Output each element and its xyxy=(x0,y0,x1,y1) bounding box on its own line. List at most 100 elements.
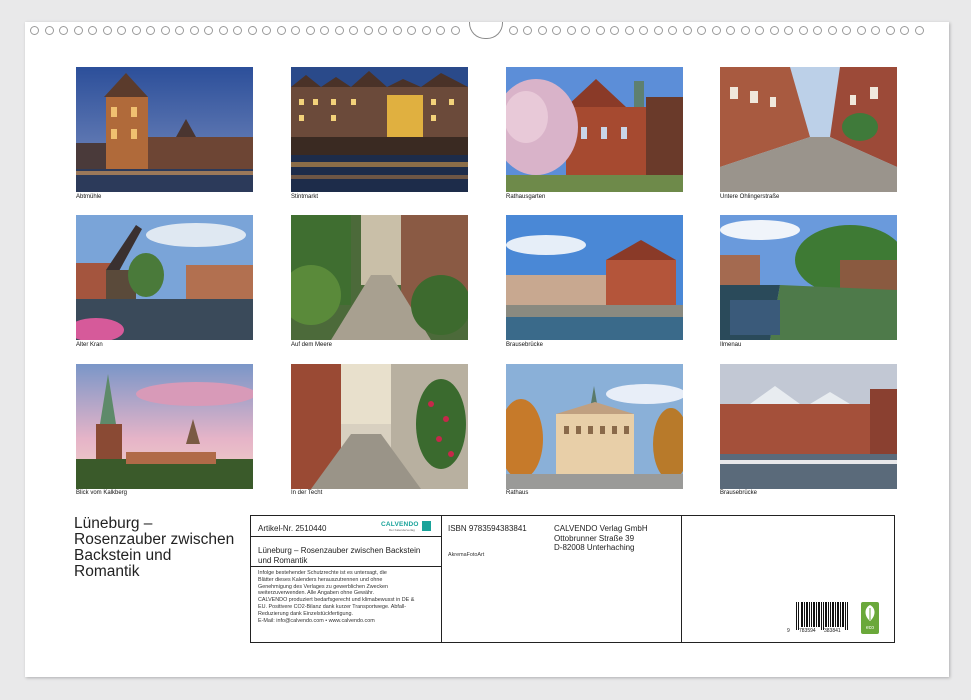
binding-ring xyxy=(146,26,155,35)
photo-caption: In der Techt xyxy=(291,490,323,496)
binding-ring xyxy=(900,26,909,35)
binding-ring xyxy=(305,26,315,35)
imprint-box: Artikel-Nr. 2510440 CALVENDO Der Kalende… xyxy=(250,515,895,643)
photo-caption: Blick vom Kalkberg xyxy=(76,490,128,496)
product-title: Lüneburg – Rosenzauber zwischen Backstei… xyxy=(258,546,420,565)
photo-ilmenau xyxy=(720,215,897,340)
binding-ring xyxy=(378,26,387,35)
binding-ring xyxy=(755,26,764,35)
legal-line: Genehmigung des Verlages zu gewerblichen… xyxy=(258,583,389,590)
binding-ring xyxy=(610,26,619,35)
binding-ring xyxy=(668,26,677,35)
column-divider xyxy=(441,516,442,642)
binding-ring xyxy=(247,26,257,35)
product-title-line: Lüneburg – Rosenzauber zwischen Backstei… xyxy=(258,546,421,555)
legal-line: EU. Positivere CO2-Bilanz dank kurzer Tr… xyxy=(258,603,407,610)
legal-notice: Infolge bestehender Schutzrechte ist es … xyxy=(258,570,414,624)
binding-ring xyxy=(131,26,141,35)
row-divider xyxy=(251,566,441,567)
binding-ring xyxy=(117,26,126,35)
photo-caption: Abtmühle xyxy=(76,194,102,200)
binding-ring xyxy=(218,26,228,35)
photo-blick-vom-kalkberg xyxy=(76,364,253,489)
binding-ring xyxy=(740,26,750,35)
binding-ring xyxy=(639,26,648,35)
binding-ring xyxy=(856,26,866,35)
binding-ring xyxy=(697,26,706,35)
eco-label: eco xyxy=(865,625,875,631)
binding-ring xyxy=(392,26,402,35)
binding-ring xyxy=(769,26,779,35)
binding-ring xyxy=(349,26,358,35)
title-line: Romantik xyxy=(74,563,140,580)
binding-ring xyxy=(508,26,518,35)
column-divider xyxy=(681,516,682,642)
binding-ring xyxy=(233,26,242,35)
binding-ring xyxy=(262,26,271,35)
binding-ring xyxy=(291,26,300,35)
photo-rathaus xyxy=(506,364,683,489)
binding-ring xyxy=(682,26,692,35)
binding-ring xyxy=(566,26,576,35)
eco-logo: eco xyxy=(861,602,879,634)
binding-ring xyxy=(102,26,112,35)
photo-alter-kran xyxy=(76,215,253,340)
binding-ring xyxy=(436,26,445,35)
legal-line: Infolge bestehender Schutzrechte ist es … xyxy=(258,570,387,576)
barcode-digit: 9 xyxy=(787,628,790,634)
product-title-line: und Romantik xyxy=(258,555,308,565)
photo-caption: Stintmarkt xyxy=(291,194,319,200)
publisher-line: Ottobrunner Straße 39 xyxy=(554,533,635,543)
publisher-line: CALVENDO Verlag GmbH xyxy=(554,524,648,533)
barcode-digit: 383841 xyxy=(824,628,841,634)
photo-caption: Rathausgarten xyxy=(506,194,546,200)
photo-caption: Alter Kran xyxy=(76,342,103,348)
author: AkremaFotoArt xyxy=(448,552,485,558)
row-divider xyxy=(251,536,441,537)
barcode-bars-icon xyxy=(796,602,848,630)
photo-caption: Rathaus xyxy=(506,490,529,496)
binding-ring xyxy=(885,26,895,35)
title-line: Lüneburg – xyxy=(74,515,153,532)
binding-ring xyxy=(827,26,837,35)
binding-ring xyxy=(595,26,605,35)
photo-brausebruecke xyxy=(506,215,683,340)
binding-ring xyxy=(798,26,808,35)
calvendo-tagline: Der Kalenderverlag xyxy=(389,528,415,532)
binding-ring xyxy=(581,26,590,35)
binding-ring xyxy=(88,26,97,35)
binding-ring xyxy=(726,26,735,35)
calvendo-wordmark: CALVENDO xyxy=(381,521,419,528)
photo-brausebruecke-winter xyxy=(720,364,897,489)
legal-line: Reduzierung dank Einzelstückfertigung. xyxy=(258,610,353,617)
photo-auf-dem-meere xyxy=(291,215,468,340)
binding-ring xyxy=(842,26,851,35)
title-line: Rosenzauber zwischen xyxy=(74,531,235,548)
binding-ring xyxy=(204,26,213,35)
photo-caption: Ilmenau xyxy=(720,342,742,348)
binding-ring xyxy=(552,26,561,35)
calvendo-logo: CALVENDO Der Kalenderverlag xyxy=(381,521,435,533)
binding-ring xyxy=(73,26,83,35)
photo-caption: Untere Ohlingerstraße xyxy=(720,194,780,200)
binding-ring xyxy=(523,26,532,35)
photo-stintmarkt xyxy=(291,67,468,192)
binding-ring xyxy=(784,26,793,35)
binding-ring xyxy=(450,26,460,35)
photo-untere-ohlingerstrasse xyxy=(720,67,897,192)
title-line: Backstein und xyxy=(74,547,172,564)
binding-ring xyxy=(813,26,822,35)
binding-ring xyxy=(871,26,880,35)
article-number: Artikel-Nr. 2510440 xyxy=(258,524,327,533)
photo-abtmuehle xyxy=(76,67,253,192)
photo-rathausgarten xyxy=(506,67,683,192)
barcode-digit: 783594 xyxy=(799,628,816,634)
binding-ring xyxy=(711,26,721,35)
photo-caption: Brausebrücke xyxy=(506,342,544,348)
publisher-line: D-82008 Unterhaching xyxy=(554,543,635,552)
legal-line: Blätter dieses Kalenders herauszutrennen… xyxy=(258,576,383,583)
binding-ring xyxy=(624,26,634,35)
binding-ring xyxy=(320,26,329,35)
binding-ring xyxy=(175,26,184,35)
calendar-title: Lüneburg – Rosenzauber zwischen Backstei… xyxy=(74,516,249,580)
